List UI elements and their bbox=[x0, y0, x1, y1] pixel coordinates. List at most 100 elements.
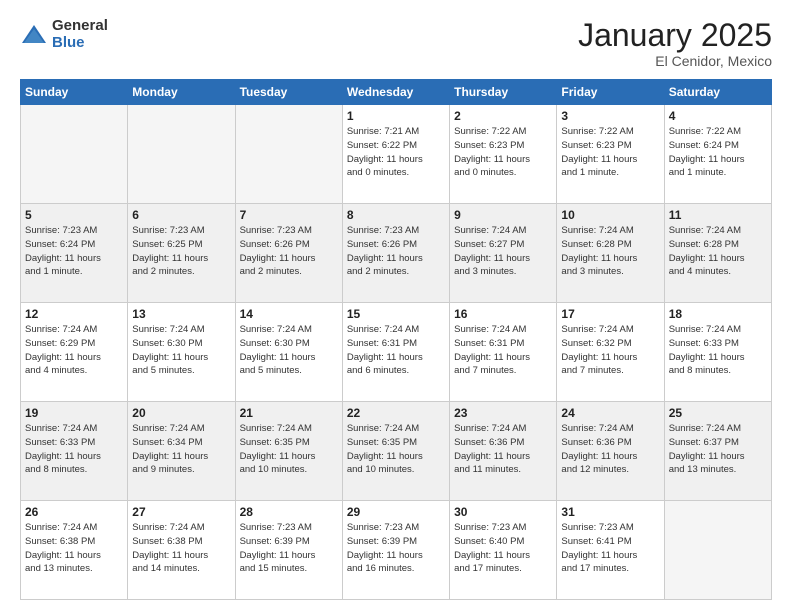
table-row: 24 Sunrise: 7:24 AM Sunset: 6:36 PM Dayli… bbox=[557, 402, 664, 501]
day-info: Sunrise: 7:22 AM Sunset: 6:23 PM Dayligh… bbox=[561, 125, 659, 180]
day-number: 30 bbox=[454, 505, 552, 519]
table-row: 23Sunrise: 7:24 AM Sunset: 6:36 PM Dayli… bbox=[450, 402, 557, 501]
logo-text: General Blue bbox=[52, 18, 108, 51]
table-row: 18 Sunrise: 7:24 AM Sunset: 6:33 PM Dayli… bbox=[664, 303, 771, 402]
day-number: 4 bbox=[669, 109, 767, 123]
location: El Cenidor, Mexico bbox=[578, 53, 772, 69]
day-number: 1 bbox=[347, 109, 445, 123]
table-row: 5 Sunrise: 7:23 AM Sunset: 6:24 PM Daylig… bbox=[21, 204, 128, 303]
table-row: 9 Sunrise: 7:24 AM Sunset: 6:27 PM Daylig… bbox=[450, 204, 557, 303]
day-info: Sunrise: 7:23 AM Sunset: 6:24 PM Dayligh… bbox=[25, 224, 123, 279]
day-number: 24 bbox=[561, 406, 659, 420]
header-thursday: Thursday bbox=[450, 80, 557, 105]
day-number: 18 bbox=[669, 307, 767, 321]
day-info: Sunrise: 7:23 AM Sunset: 6:26 PM Dayligh… bbox=[240, 224, 338, 279]
table-row: 7 Sunrise: 7:23 AM Sunset: 6:26 PM Daylig… bbox=[235, 204, 342, 303]
table-row: 6Sunrise: 7:23 AM Sunset: 6:25 PM Daylig… bbox=[128, 204, 235, 303]
day-number: 14 bbox=[240, 307, 338, 321]
table-row: 22 Sunrise: 7:24 AM Sunset: 6:35 PM Dayli… bbox=[342, 402, 449, 501]
table-row bbox=[21, 105, 128, 204]
month-title: January 2025 bbox=[578, 18, 772, 53]
day-info: Sunrise: 7:21 AM Sunset: 6:22 PM Dayligh… bbox=[347, 125, 445, 180]
table-row bbox=[664, 501, 771, 600]
table-row bbox=[235, 105, 342, 204]
day-info: Sunrise: 7:23 AM Sunset: 6:26 PM Dayligh… bbox=[347, 224, 445, 279]
day-number: 17 bbox=[561, 307, 659, 321]
calendar-week-row: 19 Sunrise: 7:24 AM Sunset: 6:33 PM Dayli… bbox=[21, 402, 772, 501]
day-info: Sunrise: 7:24 AM Sunset: 6:28 PM Dayligh… bbox=[561, 224, 659, 279]
table-row: 10 Sunrise: 7:24 AM Sunset: 6:28 PM Dayli… bbox=[557, 204, 664, 303]
table-row: 2 Sunrise: 7:22 AM Sunset: 6:23 PM Daylig… bbox=[450, 105, 557, 204]
title-block: January 2025 El Cenidor, Mexico bbox=[578, 18, 772, 69]
day-info: Sunrise: 7:22 AM Sunset: 6:23 PM Dayligh… bbox=[454, 125, 552, 180]
day-number: 7 bbox=[240, 208, 338, 222]
day-number: 31 bbox=[561, 505, 659, 519]
day-number: 3 bbox=[561, 109, 659, 123]
day-info: Sunrise: 7:24 AM Sunset: 6:38 PM Dayligh… bbox=[25, 521, 123, 576]
header-tuesday: Tuesday bbox=[235, 80, 342, 105]
day-number: 10 bbox=[561, 208, 659, 222]
day-info: Sunrise: 7:24 AM Sunset: 6:33 PM Dayligh… bbox=[25, 422, 123, 477]
day-number: 21 bbox=[240, 406, 338, 420]
header-sunday: Sunday bbox=[21, 80, 128, 105]
table-row: 12Sunrise: 7:24 AM Sunset: 6:29 PM Dayli… bbox=[21, 303, 128, 402]
day-info: Sunrise: 7:24 AM Sunset: 6:27 PM Dayligh… bbox=[454, 224, 552, 279]
table-row: 13Sunrise: 7:24 AM Sunset: 6:30 PM Dayli… bbox=[128, 303, 235, 402]
day-number: 20 bbox=[132, 406, 230, 420]
logo-icon bbox=[20, 21, 48, 49]
day-info: Sunrise: 7:23 AM Sunset: 6:39 PM Dayligh… bbox=[347, 521, 445, 576]
table-row bbox=[128, 105, 235, 204]
calendar-week-row: 26 Sunrise: 7:24 AM Sunset: 6:38 PM Dayli… bbox=[21, 501, 772, 600]
weekday-header-row: Sunday Monday Tuesday Wednesday Thursday… bbox=[21, 80, 772, 105]
day-info: Sunrise: 7:24 AM Sunset: 6:31 PM Dayligh… bbox=[454, 323, 552, 378]
table-row: 26 Sunrise: 7:24 AM Sunset: 6:38 PM Dayli… bbox=[21, 501, 128, 600]
header-saturday: Saturday bbox=[664, 80, 771, 105]
header: General Blue January 2025 El Cenidor, Me… bbox=[20, 18, 772, 69]
table-row: 14Sunrise: 7:24 AM Sunset: 6:30 PM Dayli… bbox=[235, 303, 342, 402]
day-number: 25 bbox=[669, 406, 767, 420]
day-info: Sunrise: 7:23 AM Sunset: 6:40 PM Dayligh… bbox=[454, 521, 552, 576]
day-info: Sunrise: 7:24 AM Sunset: 6:33 PM Dayligh… bbox=[669, 323, 767, 378]
day-number: 16 bbox=[454, 307, 552, 321]
table-row: 4 Sunrise: 7:22 AM Sunset: 6:24 PM Daylig… bbox=[664, 105, 771, 204]
table-row: 1 Sunrise: 7:21 AM Sunset: 6:22 PM Daylig… bbox=[342, 105, 449, 204]
day-info: Sunrise: 7:24 AM Sunset: 6:36 PM Dayligh… bbox=[561, 422, 659, 477]
day-number: 28 bbox=[240, 505, 338, 519]
day-info: Sunrise: 7:24 AM Sunset: 6:32 PM Dayligh… bbox=[561, 323, 659, 378]
logo-blue: Blue bbox=[52, 35, 108, 52]
page: General Blue January 2025 El Cenidor, Me… bbox=[0, 0, 792, 612]
day-info: Sunrise: 7:22 AM Sunset: 6:24 PM Dayligh… bbox=[669, 125, 767, 180]
header-wednesday: Wednesday bbox=[342, 80, 449, 105]
table-row: 31 Sunrise: 7:23 AM Sunset: 6:41 PM Dayli… bbox=[557, 501, 664, 600]
table-row: 8Sunrise: 7:23 AM Sunset: 6:26 PM Daylig… bbox=[342, 204, 449, 303]
day-number: 19 bbox=[25, 406, 123, 420]
day-info: Sunrise: 7:24 AM Sunset: 6:36 PM Dayligh… bbox=[454, 422, 552, 477]
day-info: Sunrise: 7:24 AM Sunset: 6:38 PM Dayligh… bbox=[132, 521, 230, 576]
day-number: 15 bbox=[347, 307, 445, 321]
day-number: 5 bbox=[25, 208, 123, 222]
day-number: 12 bbox=[25, 307, 123, 321]
calendar: Sunday Monday Tuesday Wednesday Thursday… bbox=[20, 79, 772, 600]
header-friday: Friday bbox=[557, 80, 664, 105]
day-number: 9 bbox=[454, 208, 552, 222]
table-row: 27Sunrise: 7:24 AM Sunset: 6:38 PM Dayli… bbox=[128, 501, 235, 600]
table-row: 19 Sunrise: 7:24 AM Sunset: 6:33 PM Dayli… bbox=[21, 402, 128, 501]
day-number: 2 bbox=[454, 109, 552, 123]
day-info: Sunrise: 7:24 AM Sunset: 6:30 PM Dayligh… bbox=[132, 323, 230, 378]
calendar-week-row: 1 Sunrise: 7:21 AM Sunset: 6:22 PM Daylig… bbox=[21, 105, 772, 204]
day-info: Sunrise: 7:23 AM Sunset: 6:41 PM Dayligh… bbox=[561, 521, 659, 576]
day-number: 11 bbox=[669, 208, 767, 222]
day-info: Sunrise: 7:24 AM Sunset: 6:34 PM Dayligh… bbox=[132, 422, 230, 477]
day-info: Sunrise: 7:24 AM Sunset: 6:28 PM Dayligh… bbox=[669, 224, 767, 279]
table-row: 11 Sunrise: 7:24 AM Sunset: 6:28 PM Dayli… bbox=[664, 204, 771, 303]
table-row: 3 Sunrise: 7:22 AM Sunset: 6:23 PM Daylig… bbox=[557, 105, 664, 204]
day-info: Sunrise: 7:24 AM Sunset: 6:35 PM Dayligh… bbox=[347, 422, 445, 477]
table-row: 25Sunrise: 7:24 AM Sunset: 6:37 PM Dayli… bbox=[664, 402, 771, 501]
day-number: 26 bbox=[25, 505, 123, 519]
day-number: 22 bbox=[347, 406, 445, 420]
table-row: 29Sunrise: 7:23 AM Sunset: 6:39 PM Dayli… bbox=[342, 501, 449, 600]
table-row: 17 Sunrise: 7:24 AM Sunset: 6:32 PM Dayli… bbox=[557, 303, 664, 402]
table-row: 28Sunrise: 7:23 AM Sunset: 6:39 PM Dayli… bbox=[235, 501, 342, 600]
table-row: 21Sunrise: 7:24 AM Sunset: 6:35 PM Dayli… bbox=[235, 402, 342, 501]
day-info: Sunrise: 7:24 AM Sunset: 6:31 PM Dayligh… bbox=[347, 323, 445, 378]
